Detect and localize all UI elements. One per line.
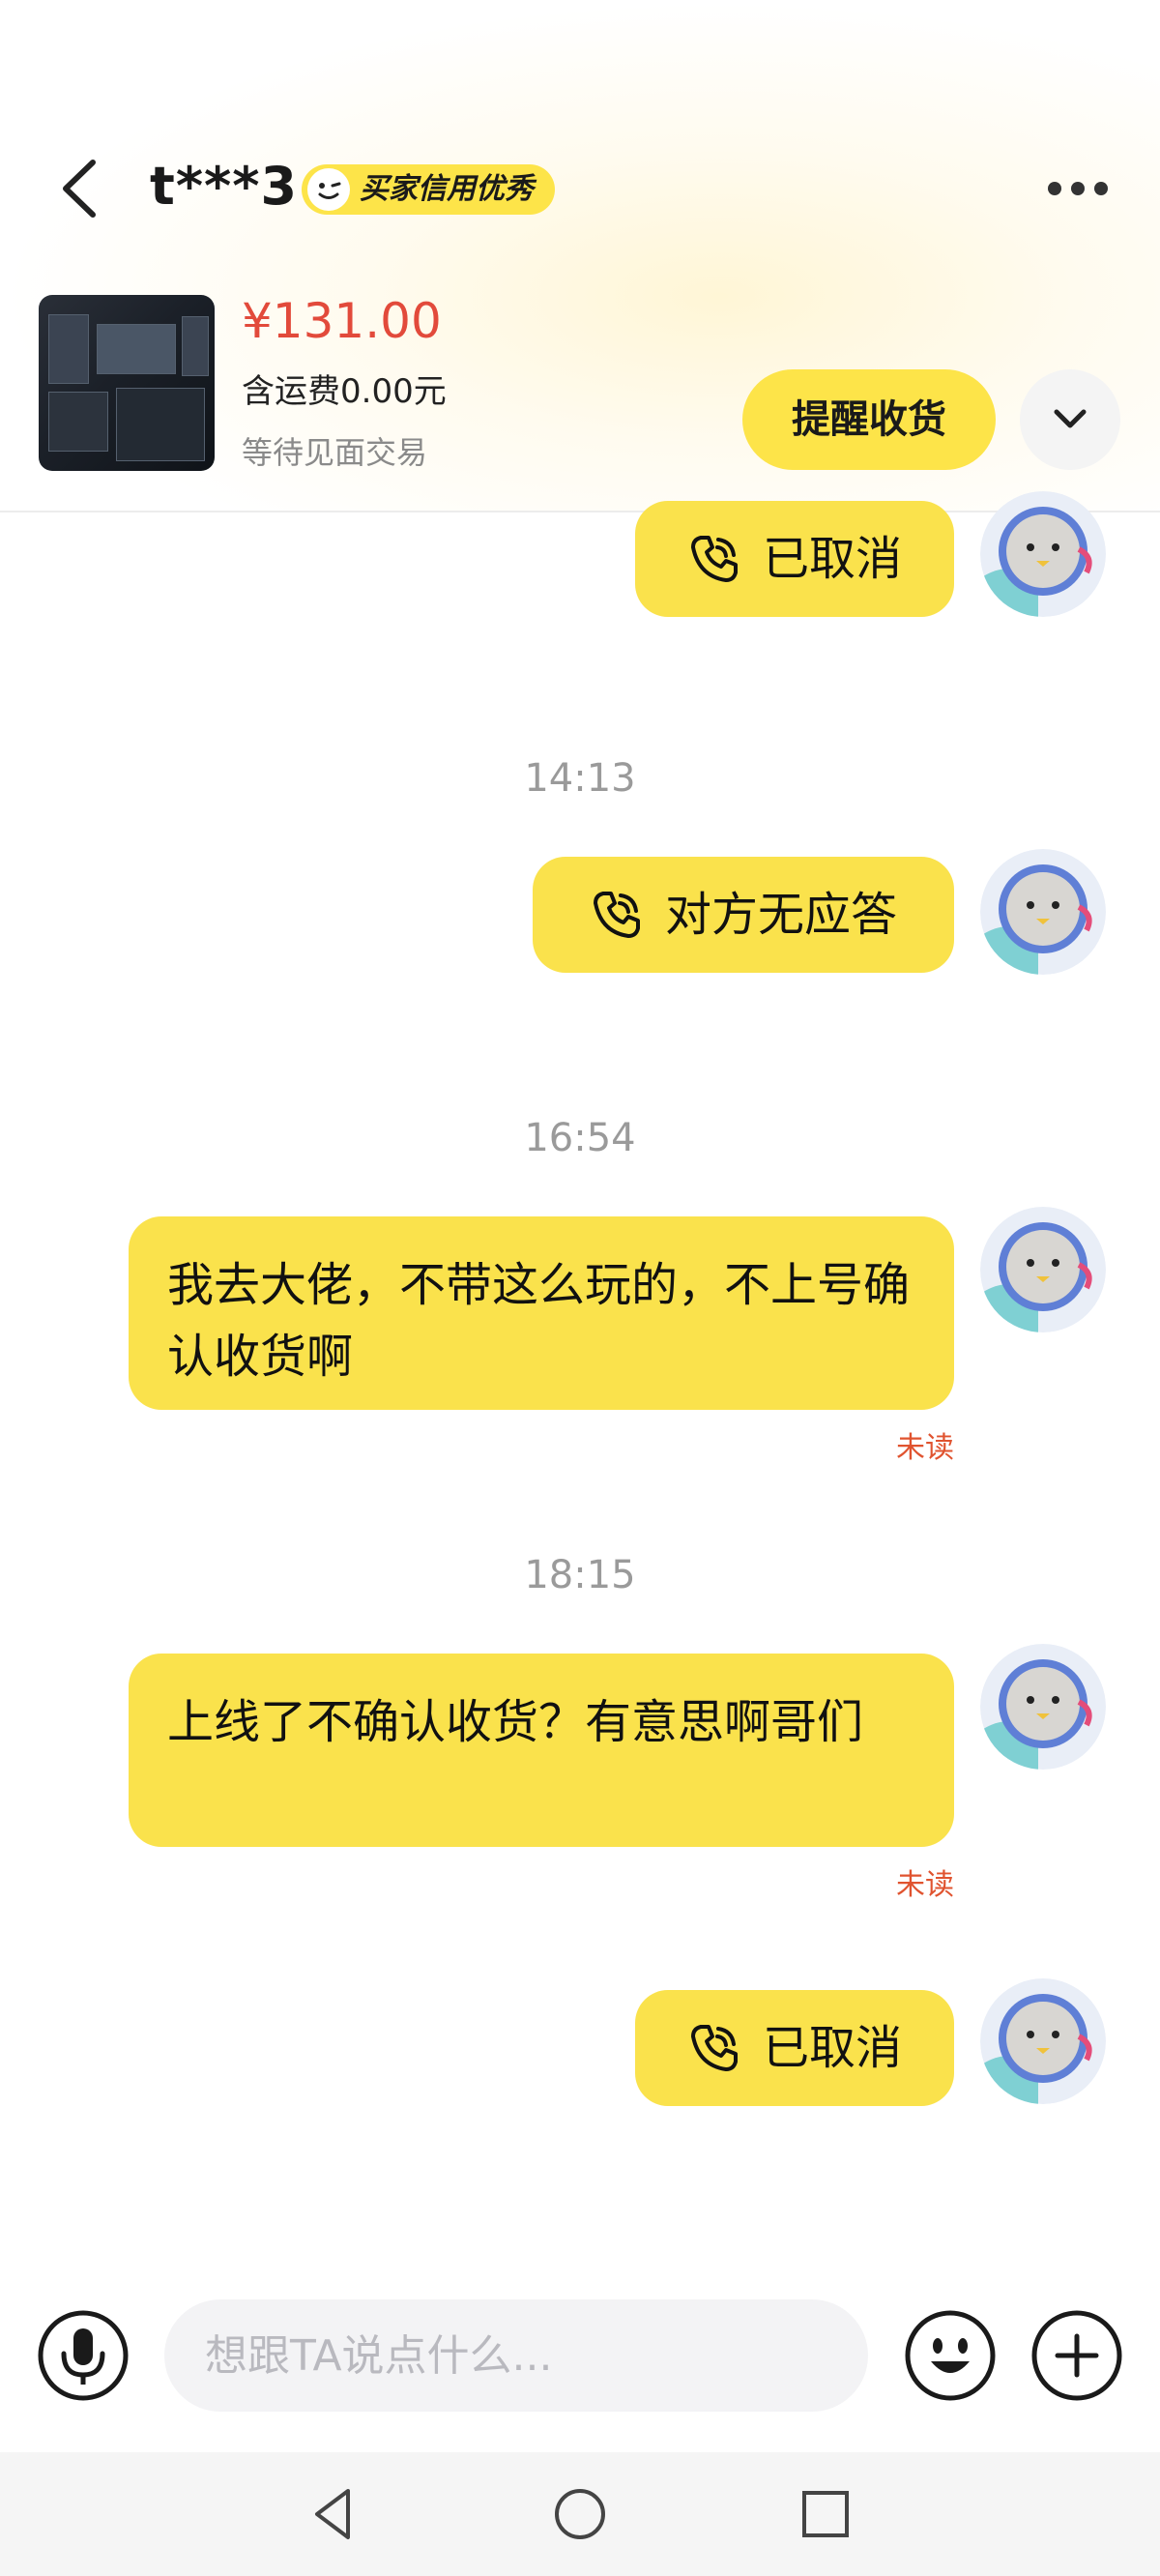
text-message-content: 我去大佬，不带这么玩的，不上号确认收货啊	[167, 1258, 911, 1384]
nav-recents-button[interactable]	[795, 2483, 856, 2545]
thumb-panel	[97, 324, 176, 374]
product-thumbnail[interactable]	[39, 295, 215, 471]
more-dot	[1094, 182, 1108, 195]
shipping-fee: 含运费0.00元	[242, 372, 447, 411]
avatar[interactable]	[980, 1644, 1106, 1770]
back-button[interactable]	[48, 155, 116, 222]
cat-avatar-image	[980, 491, 1106, 617]
chat-header: t***3 买家信用优秀 ¥131.00 含运费0.00元 等待见面交易 提醒收…	[0, 0, 1160, 512]
more-button[interactable]	[1044, 164, 1112, 213]
timestamp: 16:54	[524, 1116, 636, 1160]
phone-icon	[593, 892, 640, 938]
avatar[interactable]	[980, 1978, 1106, 2104]
text-message[interactable]: 我去大佬，不带这么玩的，不上号确认收货啊	[129, 1216, 954, 1410]
order-status: 等待见面交易	[242, 434, 428, 471]
phone-icon	[690, 2025, 738, 2071]
nav-home-button[interactable]	[549, 2483, 611, 2545]
thumb-panel	[116, 388, 205, 461]
nav-back-button[interactable]	[304, 2483, 365, 2545]
emoji-icon	[905, 2310, 996, 2401]
square-recents-icon	[802, 2491, 849, 2537]
call-message-text: 已取消	[762, 2021, 902, 2075]
more-dots-icon	[1048, 182, 1061, 195]
more-dot	[1071, 182, 1085, 195]
microphone-icon	[38, 2310, 129, 2401]
voice-button[interactable]	[37, 2309, 130, 2402]
avatar[interactable]	[980, 491, 1106, 617]
expand-button[interactable]	[1020, 369, 1120, 470]
call-message-text: 对方无应答	[664, 888, 897, 942]
remind-receipt-button[interactable]: 提醒收货	[742, 369, 996, 470]
product-price: ¥131.00	[242, 293, 442, 349]
call-message[interactable]: 已取消	[635, 1990, 954, 2106]
thumb-panel	[182, 316, 209, 376]
smile-icon	[307, 168, 350, 211]
credit-badge-label: 买家信用优秀	[360, 172, 534, 206]
chevron-left-icon	[63, 160, 96, 218]
call-message-text: 已取消	[762, 532, 902, 586]
text-message[interactable]: 上线了不确认收货？有意思啊哥们	[129, 1654, 954, 1847]
thumb-panel	[48, 314, 89, 384]
avatar[interactable]	[980, 849, 1106, 975]
cat-avatar-image	[980, 849, 1106, 975]
call-message[interactable]: 对方无应答	[533, 857, 954, 973]
unread-status: 未读	[896, 1868, 954, 1902]
triangle-back-icon	[315, 2489, 350, 2539]
chevron-down-icon	[1054, 409, 1087, 428]
cat-avatar-image	[980, 1978, 1106, 2104]
thumb-panel	[48, 392, 108, 452]
phone-icon	[690, 536, 738, 582]
text-message-content: 上线了不确认收货？有意思啊哥们	[167, 1695, 864, 1749]
credit-badge[interactable]: 买家信用优秀	[302, 164, 555, 215]
circle-home-icon	[555, 2489, 605, 2539]
emoji-button[interactable]	[904, 2309, 997, 2402]
call-message[interactable]: 已取消	[635, 501, 954, 617]
cat-avatar-image	[980, 1644, 1106, 1770]
message-input[interactable]	[164, 2299, 868, 2412]
more-actions-button[interactable]	[1030, 2309, 1123, 2402]
unread-status: 未读	[896, 1431, 954, 1465]
timestamp: 18:15	[524, 1553, 636, 1597]
avatar[interactable]	[980, 1207, 1106, 1332]
user-name[interactable]: t***3	[150, 153, 298, 220]
plus-icon	[1031, 2310, 1122, 2401]
timestamp: 14:13	[524, 756, 636, 801]
cat-avatar-image	[980, 1207, 1106, 1332]
